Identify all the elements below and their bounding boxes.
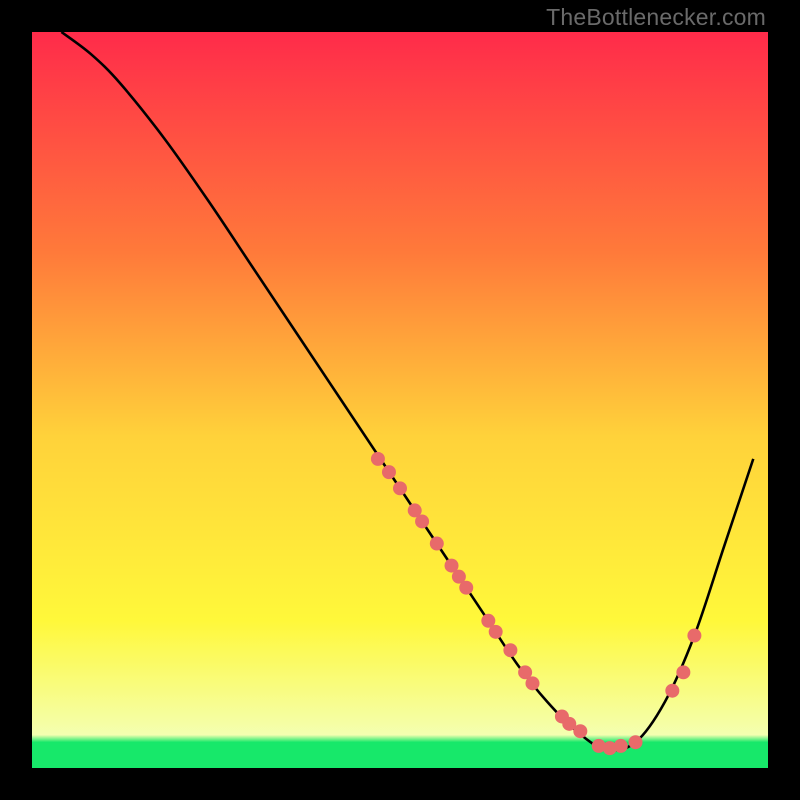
highlight-dot [459, 581, 473, 595]
highlight-dot [503, 643, 517, 657]
highlight-dot [430, 537, 444, 551]
highlight-dot [687, 629, 701, 643]
plot-area [32, 32, 768, 768]
highlight-dot [415, 514, 429, 528]
bottleneck-curve [61, 32, 753, 750]
highlight-dot [665, 684, 679, 698]
highlight-dot [382, 465, 396, 479]
highlight-dot [676, 665, 690, 679]
chart-frame: TheBottlenecker.com [0, 0, 800, 800]
highlight-dot [573, 724, 587, 738]
highlight-dot [614, 739, 628, 753]
highlight-dot [629, 735, 643, 749]
highlight-dots [371, 452, 701, 755]
watermark-text: TheBottlenecker.com [546, 4, 766, 31]
highlight-dot [393, 481, 407, 495]
highlight-dot [371, 452, 385, 466]
highlight-dot [489, 625, 503, 639]
curve-layer [32, 32, 768, 768]
highlight-dot [525, 676, 539, 690]
